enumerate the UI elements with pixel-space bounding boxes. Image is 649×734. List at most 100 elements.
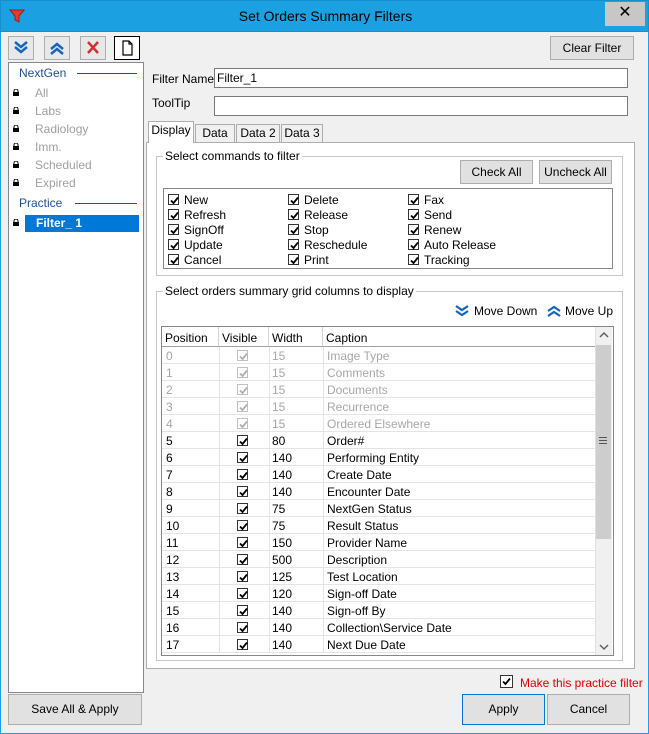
- checkbox-checked[interactable]: [288, 194, 299, 205]
- table-row[interactable]: 13 125 Test Location: [162, 568, 596, 585]
- table-row[interactable]: 6 140 Performing Entity: [162, 449, 596, 466]
- cell-caption: Encounter Date: [327, 485, 411, 499]
- cell-width: 15: [272, 383, 286, 397]
- column-header-position[interactable]: Position: [162, 327, 219, 347]
- checkbox-checked[interactable]: [168, 224, 179, 235]
- cell-width: 15: [272, 417, 286, 431]
- cell-divider: [219, 619, 220, 636]
- cell-visible-checkbox[interactable]: [237, 469, 248, 480]
- cell-visible-checkbox[interactable]: [237, 435, 248, 446]
- checkbox-checked[interactable]: [288, 239, 299, 250]
- checkbox-checked[interactable]: [408, 254, 419, 265]
- save-all-apply-button[interactable]: Save All & Apply: [8, 694, 142, 725]
- cell-visible-checkbox[interactable]: [237, 486, 248, 497]
- cell-visible-checkbox[interactable]: [237, 622, 248, 633]
- tab-display[interactable]: Display: [148, 121, 194, 143]
- table-row[interactable]: 7 140 Create Date: [162, 466, 596, 483]
- scroll-up-arrow-icon[interactable]: [599, 331, 609, 339]
- check-all-button[interactable]: Check All: [460, 160, 533, 184]
- table-row[interactable]: 16 140 Collection\Service Date: [162, 619, 596, 636]
- checkbox-checked[interactable]: [408, 209, 419, 220]
- scroll-down-arrow-icon[interactable]: [599, 643, 609, 651]
- table-row[interactable]: 17 140 Next Due Date: [162, 636, 596, 653]
- table-row[interactable]: 5 80 Order#: [162, 432, 596, 449]
- cell-visible-checkbox[interactable]: [237, 520, 248, 531]
- tooltip-input[interactable]: [214, 96, 628, 116]
- practice-filter-checkbox[interactable]: [500, 675, 513, 688]
- checkbox-checked[interactable]: [288, 254, 299, 265]
- table-row[interactable]: 11 150 Provider Name: [162, 534, 596, 551]
- command-label: Stop: [304, 223, 329, 237]
- tree-item-expired[interactable]: Expired: [13, 175, 139, 192]
- column-header-caption[interactable]: Caption: [323, 327, 596, 347]
- checkbox-checked[interactable]: [168, 254, 179, 265]
- group-header-nextgen: NextGen: [19, 66, 67, 80]
- checkbox-checked[interactable]: [408, 194, 419, 205]
- commands-group-title: Select commands to filter: [163, 149, 302, 163]
- apply-button[interactable]: Apply: [462, 694, 545, 725]
- table-row[interactable]: 15 140 Sign-off By: [162, 602, 596, 619]
- table-row[interactable]: 8 140 Encounter Date: [162, 483, 596, 500]
- cell-visible-checkbox[interactable]: [237, 639, 248, 650]
- tree-item-radiology[interactable]: Radiology: [13, 121, 139, 138]
- checkbox-checked[interactable]: [408, 224, 419, 235]
- table-row[interactable]: 12 500 Description: [162, 551, 596, 568]
- cell-caption: Image Type: [327, 349, 390, 363]
- tree-item-all[interactable]: All: [13, 85, 139, 102]
- uncheck-all-button[interactable]: Uncheck All: [539, 160, 612, 184]
- grid-scrollbar-thumb[interactable]: [596, 345, 611, 539]
- move-up-icon: [547, 305, 561, 317]
- tree-item-label: Radiology: [35, 122, 89, 136]
- cell-visible-checkbox[interactable]: [237, 571, 248, 582]
- cell-caption: Performing Entity: [327, 451, 420, 465]
- filter-name-label: Filter Name: [152, 72, 215, 86]
- checkbox-checked[interactable]: [168, 239, 179, 250]
- checkbox-checked[interactable]: [168, 209, 179, 220]
- cell-divider: [323, 449, 324, 466]
- cell-caption: Provider Name: [327, 536, 408, 550]
- checkbox-checked[interactable]: [168, 194, 179, 205]
- table-row[interactable]: 1 15 Comments: [162, 364, 596, 381]
- tree-item-scheduled[interactable]: Scheduled: [13, 157, 139, 174]
- cell-divider: [323, 517, 324, 534]
- cell-visible-checkbox[interactable]: [237, 452, 248, 463]
- column-header-visible[interactable]: Visible: [219, 327, 269, 347]
- columns-grid[interactable]: Position Visible Width Caption 0 15 Image …: [161, 326, 614, 656]
- tree-item-filter-1[interactable]: Filter_ 1: [13, 215, 139, 232]
- cell-visible-checkbox[interactable]: [237, 588, 248, 599]
- tab-data-3[interactable]: Data 3: [281, 124, 323, 142]
- checkbox-checked[interactable]: [288, 209, 299, 220]
- cell-visible-checkbox[interactable]: [237, 537, 248, 548]
- cell-visible-checkbox[interactable]: [237, 554, 248, 565]
- table-row[interactable]: 2 15 Documents: [162, 381, 596, 398]
- column-header-width[interactable]: Width: [269, 327, 323, 347]
- cell-visible-checkbox[interactable]: [237, 503, 248, 514]
- cell-width: 120: [272, 587, 293, 601]
- cell-visible-checkbox[interactable]: [237, 605, 248, 616]
- table-row[interactable]: 9 75 NextGen Status: [162, 500, 596, 517]
- cell-caption: Order#: [327, 434, 365, 448]
- checkbox-checked[interactable]: [408, 239, 419, 250]
- table-row[interactable]: 0 15 Image Type: [162, 347, 596, 364]
- filter-name-input[interactable]: [214, 68, 628, 88]
- table-row[interactable]: 14 120 Sign-off Date: [162, 585, 596, 602]
- cancel-button[interactable]: Cancel: [547, 694, 630, 725]
- new-filter-button[interactable]: [114, 36, 140, 60]
- checkbox-checked[interactable]: [288, 224, 299, 235]
- table-row[interactable]: 10 75 Result Status: [162, 517, 596, 534]
- filter-tree[interactable]: NextGen All Labs Radiology Imm. Schedule…: [8, 62, 144, 693]
- cell-divider: [219, 347, 220, 364]
- move-down-button[interactable]: [8, 36, 34, 60]
- clear-filter-button[interactable]: Clear Filter: [550, 36, 634, 60]
- delete-button[interactable]: [80, 36, 106, 60]
- tree-item-imm[interactable]: Imm.: [13, 139, 139, 156]
- close-button[interactable]: ✕: [605, 2, 645, 26]
- practice-filter-label: Make this practice filter: [520, 676, 643, 690]
- tab-data-2[interactable]: Data 2: [236, 124, 280, 142]
- move-up-button[interactable]: [44, 36, 70, 60]
- cell-divider: [269, 415, 270, 432]
- table-row[interactable]: 3 15 Recurrence: [162, 398, 596, 415]
- tree-item-labs[interactable]: Labs: [13, 103, 139, 120]
- table-row[interactable]: 4 15 Ordered Elsewhere: [162, 415, 596, 432]
- tab-data[interactable]: Data: [195, 124, 235, 142]
